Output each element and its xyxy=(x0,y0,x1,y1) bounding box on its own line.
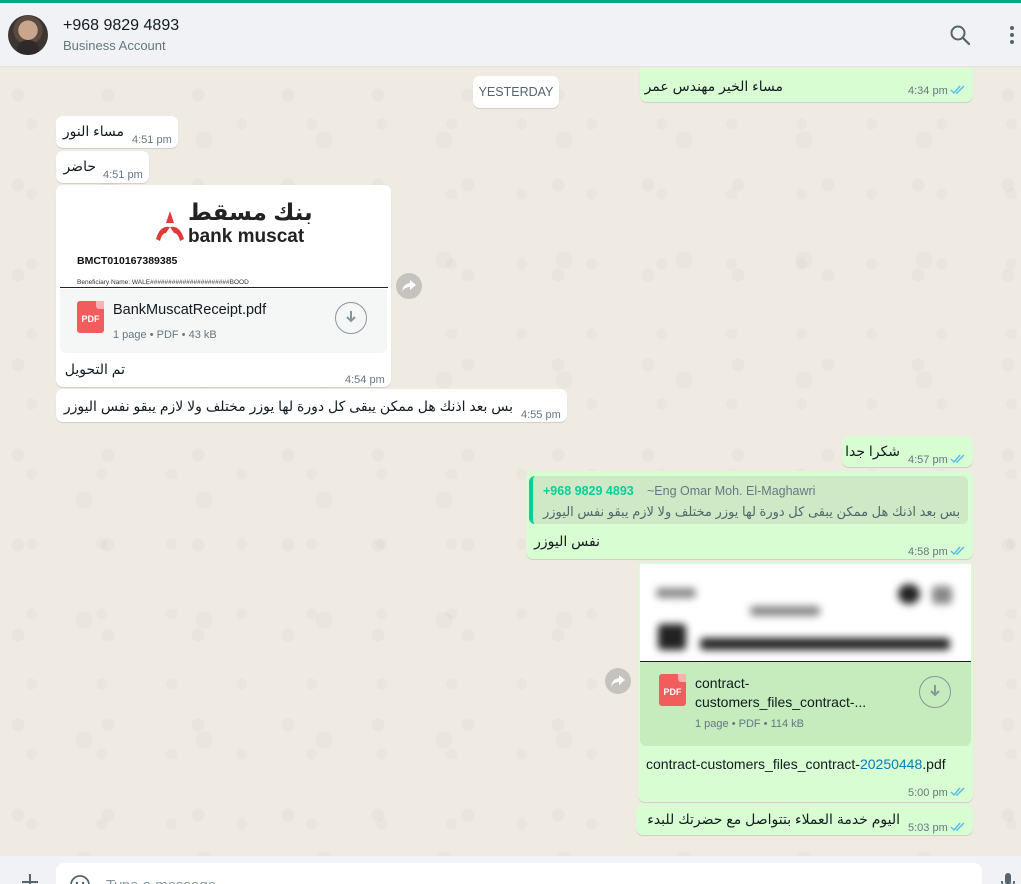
document-message-incoming[interactable]: بنك مسقط bank muscat BMCT010167389385 Be… xyxy=(56,185,391,387)
download-button[interactable] xyxy=(919,676,951,708)
message-time: 4:54 pm xyxy=(345,374,385,386)
message-time: 5:03 pm xyxy=(908,822,948,834)
message-text: حاضر xyxy=(63,158,96,174)
file-name-line-2: customers_files_contract-... xyxy=(695,694,867,710)
message-bubble-outgoing[interactable]: شكرا جدا 4:57 pm xyxy=(842,436,973,467)
emoji-icon[interactable] xyxy=(68,873,92,884)
quote-author: +968 9829 4893 xyxy=(543,484,634,498)
message-time: 4:57 pm xyxy=(908,454,948,466)
search-icon[interactable] xyxy=(948,23,972,47)
avatar[interactable] xyxy=(8,15,48,55)
message-bubble-incoming[interactable]: حاضر 4:51 pm xyxy=(56,151,149,183)
document-message-outgoing[interactable]: PDF contract- customers_files_contract-.… xyxy=(638,562,973,802)
message-text: مساء النور xyxy=(62,123,124,139)
file-name: BankMuscatReceipt.pdf xyxy=(113,302,267,318)
receipt-beneficiary: Beneficiary Name: WALE##################… xyxy=(77,279,249,286)
message-text: بس بعد اذنك هل ممكن يبقى كل دورة لها يوز… xyxy=(63,398,513,414)
forward-icon xyxy=(611,675,625,687)
caption-link[interactable]: 20250448 xyxy=(860,756,922,772)
download-icon xyxy=(930,685,940,697)
caption-prefix: contract-customers_files_contract- xyxy=(646,756,860,772)
message-bubble-incoming[interactable]: بس بعد اذنك هل ممكن يبقى كل دورة لها يوز… xyxy=(56,389,567,422)
message-time: 4:55 pm xyxy=(521,409,561,421)
message-text: اليوم خدمة العملاء بتتواصل مع حضرتك للبد… xyxy=(647,811,900,827)
message-time: 4:51 pm xyxy=(103,169,143,181)
contact-name[interactable]: +968 9829 4893 xyxy=(63,17,179,35)
file-meta: 1 page • PDF • 43 kB xyxy=(113,329,217,341)
attach-plus-icon[interactable] xyxy=(18,870,42,884)
read-ticks-icon xyxy=(950,546,965,556)
read-ticks-icon xyxy=(950,787,965,797)
message-bubble-outgoing[interactable]: اليوم خدمة العملاء بتتواصل مع حضرتك للبد… xyxy=(636,804,973,835)
menu-icon[interactable] xyxy=(1000,23,1021,47)
download-icon xyxy=(346,311,356,323)
message-text: نفس اليوزر xyxy=(534,533,600,549)
chat-header[interactable]: +968 9829 4893 Business Account xyxy=(0,3,1021,67)
message-time: 4:34 pm xyxy=(908,85,948,97)
quote-text: بس بعد اذنك هل ممكن يبقى كل دورة لها يوز… xyxy=(543,504,961,519)
microphone-icon[interactable] xyxy=(996,870,1020,884)
quoted-message[interactable]: +968 9829 4893 ~Eng Omar Moh. El-Maghawr… xyxy=(529,476,968,524)
pdf-file-icon: PDF xyxy=(77,301,104,333)
message-bubble-incoming[interactable]: مساء النور 4:51 pm xyxy=(56,116,178,148)
quote-alias: ~Eng Omar Moh. El-Maghawri xyxy=(647,484,816,498)
message-text: شكرا جدا xyxy=(845,443,900,459)
message-time: 4:58 pm xyxy=(908,546,948,558)
date-divider: YESTERDAY xyxy=(473,76,559,108)
download-button[interactable] xyxy=(335,302,367,334)
receipt-reference: BMCT010167389385 xyxy=(77,255,178,267)
read-ticks-icon xyxy=(950,454,965,464)
composer-box[interactable] xyxy=(56,863,982,884)
forward-button[interactable] xyxy=(396,273,422,299)
file-meta: 1 page • PDF • 114 kB xyxy=(695,718,805,730)
file-name-line-1: contract- xyxy=(695,675,750,691)
bank-logo-arabic: بنك مسقط xyxy=(188,199,313,225)
document-file-row[interactable]: PDF contract- customers_files_contract-.… xyxy=(640,662,971,746)
forward-icon xyxy=(402,280,416,292)
bank-muscat-logo-icon xyxy=(156,211,184,241)
bank-logo-english: bank muscat xyxy=(188,226,305,247)
forward-button[interactable] xyxy=(605,668,631,694)
message-composer-bar[interactable] xyxy=(0,856,1021,884)
document-caption: contract-customers_files_contract-202504… xyxy=(646,755,946,774)
document-preview[interactable]: بنك مسقط bank muscat BMCT010167389385 Be… xyxy=(60,189,388,288)
message-input[interactable] xyxy=(106,875,906,884)
message-time: 4:51 pm xyxy=(132,134,172,146)
chat-area[interactable]: مساء الخير مهندس عمر 4:34 pm YESTERDAY م… xyxy=(0,68,1021,856)
read-ticks-icon xyxy=(950,822,965,832)
caption-suffix: .pdf xyxy=(922,756,946,772)
document-file-row[interactable]: PDF BankMuscatReceipt.pdf 1 page • PDF •… xyxy=(60,289,387,353)
message-time: 5:00 pm xyxy=(908,787,948,799)
reply-message-outgoing[interactable]: +968 9829 4893 ~Eng Omar Moh. El-Maghawr… xyxy=(526,471,973,559)
pdf-file-icon: PDF xyxy=(659,674,686,706)
message-text: مساء الخير مهندس عمر xyxy=(644,78,783,94)
document-preview-blurred[interactable] xyxy=(640,564,971,662)
message-bubble-outgoing[interactable]: مساء الخير مهندس عمر 4:34 pm xyxy=(640,68,973,102)
contact-subtitle: Business Account xyxy=(63,38,166,53)
read-ticks-icon xyxy=(950,85,965,95)
document-caption: تم التحويل xyxy=(64,361,125,377)
